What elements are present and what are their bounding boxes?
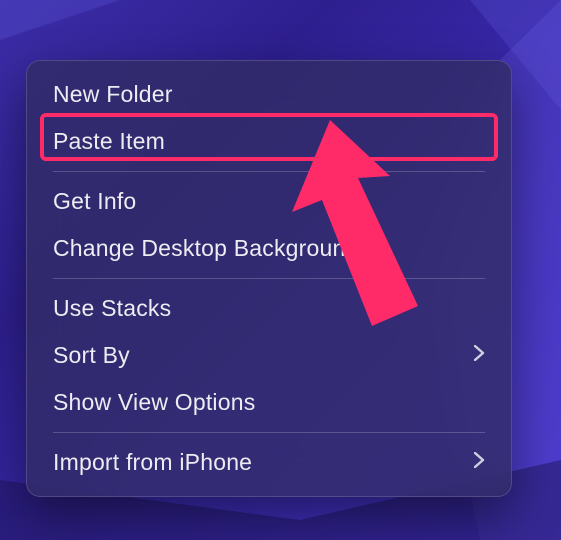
menu-item-label: New Folder [53,79,485,110]
menu-separator [53,171,485,172]
menu-item-label: Show View Options [53,387,485,418]
menu-item-import-from-iphone[interactable]: Import from iPhone [27,439,511,486]
menu-item-label: Paste Item [53,126,485,157]
chevron-right-icon [474,342,485,369]
chevron-right-icon [474,449,485,476]
desktop-context-menu: New Folder Paste Item Get Info Change De… [26,60,512,497]
menu-item-change-desktop-background[interactable]: Change Desktop Background… [27,225,511,272]
menu-item-label: Sort By [53,340,464,371]
menu-item-show-view-options[interactable]: Show View Options [27,379,511,426]
menu-item-get-info[interactable]: Get Info [27,178,511,225]
menu-item-new-folder[interactable]: New Folder [27,71,511,118]
menu-separator [53,278,485,279]
menu-item-sort-by[interactable]: Sort By [27,332,511,379]
menu-item-paste-item[interactable]: Paste Item [27,118,511,165]
menu-item-label: Get Info [53,186,485,217]
menu-item-label: Import from iPhone [53,447,464,478]
menu-item-use-stacks[interactable]: Use Stacks [27,285,511,332]
menu-item-label: Change Desktop Background… [53,233,485,264]
menu-item-label: Use Stacks [53,293,485,324]
menu-separator [53,432,485,433]
desktop-background: New Folder Paste Item Get Info Change De… [0,0,561,540]
